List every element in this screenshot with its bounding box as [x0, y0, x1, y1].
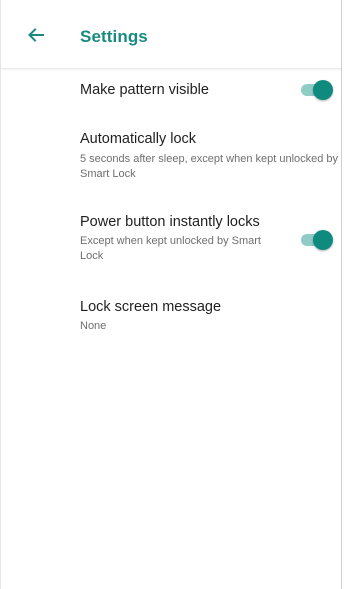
setting-summary: None — [80, 320, 107, 332]
setting-lock-screen-message[interactable]: Lock screen message None — [1, 286, 341, 342]
setting-title: Power button instantly locks — [80, 214, 260, 230]
power-button-locks-toggle[interactable] — [299, 230, 333, 250]
settings-screen: Settings Make pattern visible Automatica… — [0, 0, 342, 589]
arrow-left-icon — [28, 28, 44, 42]
setting-summary: 5 seconds after sleep, except when kept … — [80, 153, 339, 180]
back-button[interactable] — [23, 22, 49, 48]
setting-title: Lock screen message — [80, 299, 222, 315]
setting-make-pattern-visible[interactable]: Make pattern visible — [1, 69, 341, 111]
pattern-visible-toggle[interactable] — [299, 80, 333, 100]
setting-title: Make pattern visible — [80, 82, 209, 98]
setting-summary: Except when kept unlocked by Smart Lock — [80, 235, 261, 262]
toggle-thumb — [313, 80, 333, 100]
page-title: Settings — [80, 27, 148, 46]
setting-automatically-lock[interactable]: Automatically lock 5 seconds after sleep… — [1, 120, 341, 188]
setting-title: Automatically lock — [80, 131, 197, 147]
app-bar: Settings — [1, 0, 341, 69]
toggle-thumb — [313, 230, 333, 250]
setting-power-button-instantly-locks[interactable]: Power button instantly locks Except when… — [1, 202, 341, 272]
